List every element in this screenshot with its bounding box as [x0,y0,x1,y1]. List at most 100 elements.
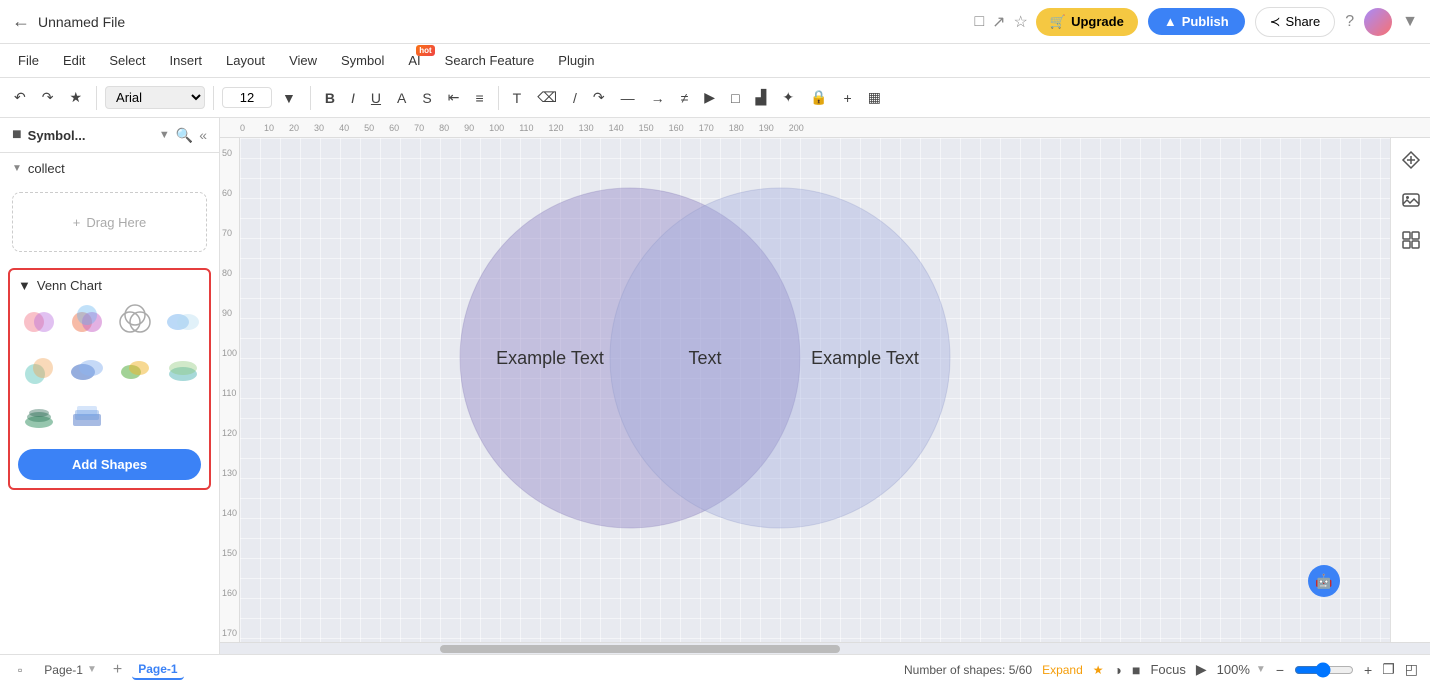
star-icon[interactable]: ☆ [1014,12,1028,32]
font-size-input[interactable] [222,87,272,108]
menu-select[interactable]: Select [99,49,155,72]
shape-item-5[interactable] [18,349,60,391]
add-shapes-button[interactable]: Add Shapes [18,449,201,480]
page-1-tab[interactable]: Page-1 ▼ [38,661,103,679]
fullscreen-button[interactable]: ❐ [1382,661,1395,678]
crop-button[interactable]: □ [725,86,745,110]
share-button[interactable]: ≺ Share [1255,7,1336,37]
effects-button[interactable]: ✦ [776,85,800,110]
add-shapes-label: Add Shapes [72,457,147,472]
publish-button[interactable]: ▲ Publish [1148,8,1245,35]
venn-section-title[interactable]: ▼ Venn Chart [18,278,201,293]
clear-format-button[interactable]: ⌫ [531,85,563,110]
menu-layout[interactable]: Layout [216,49,275,72]
shape-item-4[interactable] [162,301,204,343]
separator [310,86,311,110]
account-dropdown-icon[interactable]: ▼ [1402,13,1418,31]
settings-panel-button[interactable]: ◰ [1405,661,1418,678]
shape-item-1[interactable] [18,301,60,343]
crop-status-icon[interactable]: ■ [1132,662,1140,678]
more-button[interactable]: + [838,86,858,110]
separator [213,86,214,110]
font-size-dropdown[interactable]: ▼ [276,86,302,110]
menu-edit[interactable]: Edit [53,49,95,72]
undo-button[interactable]: ↶ [8,85,32,110]
underline-button[interactable]: U [365,86,387,110]
align-center-button[interactable]: ≡ [469,86,489,110]
shape-item-3[interactable] [114,301,156,343]
expand-link[interactable]: Expand [1042,663,1083,677]
venn-right-text: Example Text [811,348,919,368]
right-grid-button[interactable] [1397,226,1425,254]
bot-symbol: 🤖 [1315,573,1332,590]
table-button[interactable]: ▟ [750,85,773,110]
font-family-select[interactable]: Arial [105,86,205,109]
image-button[interactable]: ▶ [698,85,721,110]
status-star-icon[interactable]: ★ [1093,663,1104,677]
page-dropdown-icon: ▼ [87,664,97,675]
arrow-style-button[interactable]: → [645,86,671,110]
status-bar: ▫ Page-1 ▼ + Page-1 Number of shapes: 5/… [0,654,1430,684]
venn-diagram[interactable]: Example Text Text Example Text [420,168,980,548]
page-icon[interactable]: ▫ [12,661,28,679]
collect-section[interactable]: ▼ collect [0,153,219,184]
scrollbar-thumb[interactable] [440,645,840,653]
active-page-tab[interactable]: Page-1 [132,660,183,680]
menu-insert[interactable]: Insert [160,49,213,72]
menu-search-feature[interactable]: Search Feature [435,49,545,72]
font-color-button[interactable]: A [391,86,412,110]
drag-here-area[interactable]: + Drag Here [12,192,207,252]
zoom-slider[interactable] [1294,662,1354,678]
canvas-area: 0 10 20 30 40 50 60 70 80 90 100 110 120… [220,118,1430,654]
menu-symbol[interactable]: Symbol [331,49,394,72]
collapse-icon[interactable]: « [199,127,207,144]
save-icon[interactable]: □ [974,13,984,31]
horizontal-scrollbar[interactable] [220,642,1430,654]
menu-ai[interactable]: AI hot [398,49,430,72]
layers-icon[interactable]: ◑ [1114,662,1122,678]
shape-item-9[interactable] [18,397,60,439]
back-button[interactable]: ← [12,11,30,32]
menu-file[interactable]: File [8,49,49,72]
play-icon[interactable]: ▶ [1196,661,1207,678]
menu-plugin[interactable]: Plugin [548,49,604,72]
zoom-dropdown-icon[interactable]: ▼ [1256,664,1266,675]
line-color-button[interactable]: / [567,86,583,110]
avatar[interactable] [1364,8,1392,36]
strikethrough-button[interactable]: S [416,86,437,110]
shape-item-8[interactable] [162,349,204,391]
add-page-button[interactable]: + [113,661,122,679]
line-style-button[interactable]: — [615,86,641,110]
redo-button[interactable]: ↷ [36,85,60,110]
separator [96,86,97,110]
lock-button[interactable]: 🔒 [804,85,833,110]
title-icons: □ ↗ ☆ [974,12,1027,32]
grid-button[interactable]: ▦ [862,85,887,110]
shape-item-10[interactable] [66,397,108,439]
line-weight-button[interactable]: ≠ [675,86,695,110]
right-image-button[interactable] [1397,186,1425,214]
text-style-button[interactable]: T [507,86,528,110]
italic-button[interactable]: I [345,86,361,110]
zoom-out-button[interactable]: − [1276,662,1284,678]
align-left-button[interactable]: ⇤ [442,85,466,110]
right-toolbar [1390,138,1430,642]
bold-button[interactable]: B [319,86,341,110]
zoom-in-button[interactable]: + [1364,662,1372,678]
drag-label: Drag Here [86,215,146,230]
hot-badge: hot [416,45,434,56]
connector-button[interactable]: ↷ [587,85,611,110]
search-icon[interactable]: 🔍 [176,127,193,144]
shape-item-7[interactable] [114,349,156,391]
format-painter-button[interactable]: ★ [63,85,88,110]
help-icon[interactable]: ? [1345,13,1354,31]
canvas[interactable]: Example Text Text Example Text 🤖 [240,138,1390,642]
shape-item-2[interactable] [66,301,108,343]
right-format-button[interactable] [1397,146,1425,174]
export-icon[interactable]: ↗ [992,12,1005,32]
menu-view[interactable]: View [279,49,327,72]
bot-icon[interactable]: 🤖 [1308,565,1340,597]
shape-item-6[interactable] [66,349,108,391]
upgrade-button[interactable]: 🛒 Upgrade [1036,8,1138,36]
focus-label[interactable]: Focus [1150,662,1185,677]
